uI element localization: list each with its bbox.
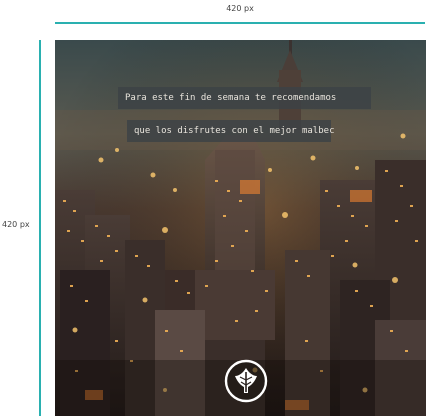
width-dimension-label: 420 px (226, 4, 254, 13)
mockup-canvas: 420 px 420 px Para este fin de semana te… (0, 0, 426, 416)
leaf-emblem-icon[interactable] (223, 358, 269, 404)
height-dimension-label: 420 px (2, 220, 30, 229)
height-dimension-line (39, 40, 41, 416)
caption-line-2: que los disfrutes con el mejor malbec (127, 120, 334, 142)
caption-line-1: Para este fin de semana te recomendamos (118, 87, 371, 109)
city-photo: Para este fin de semana te recomendamos … (55, 40, 426, 416)
width-dimension-line (55, 22, 425, 24)
